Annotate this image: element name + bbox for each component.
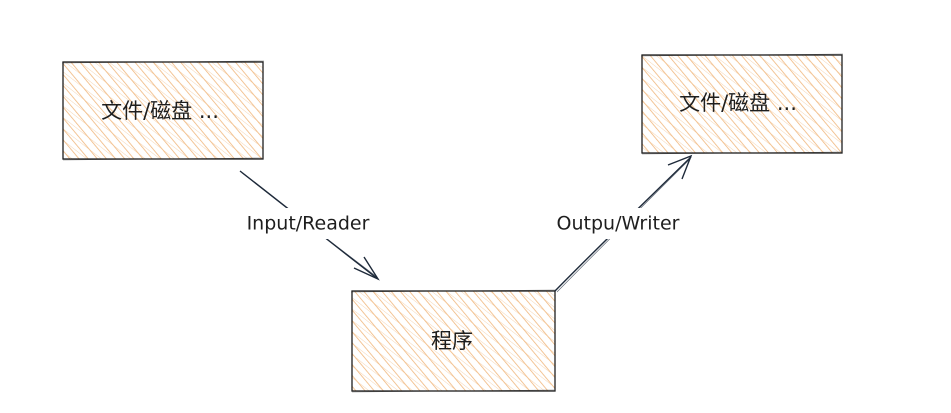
- node-source[interactable]: 文件/磁盘 ...: [61, 60, 265, 161]
- node-program-label: 程序: [431, 329, 473, 353]
- node-target-label: 文件/磁盘 ...: [679, 91, 797, 115]
- node-target[interactable]: 文件/磁盘 ...: [640, 53, 844, 155]
- node-program[interactable]: 程序: [350, 289, 557, 393]
- edge-output-label-text: Outpu/Writer: [557, 213, 680, 235]
- io-flow-diagram: 文件/磁盘 ... 文件/磁盘 ... 程序 Input/Reader Outp…: [61, 53, 844, 393]
- edge-input-label-text: Input/Reader: [247, 213, 370, 235]
- edge-output-label: Outpu/Writer: [538, 208, 699, 239]
- edge-input-label: Input/Reader: [229, 208, 387, 239]
- node-source-label: 文件/磁盘 ...: [101, 99, 219, 123]
